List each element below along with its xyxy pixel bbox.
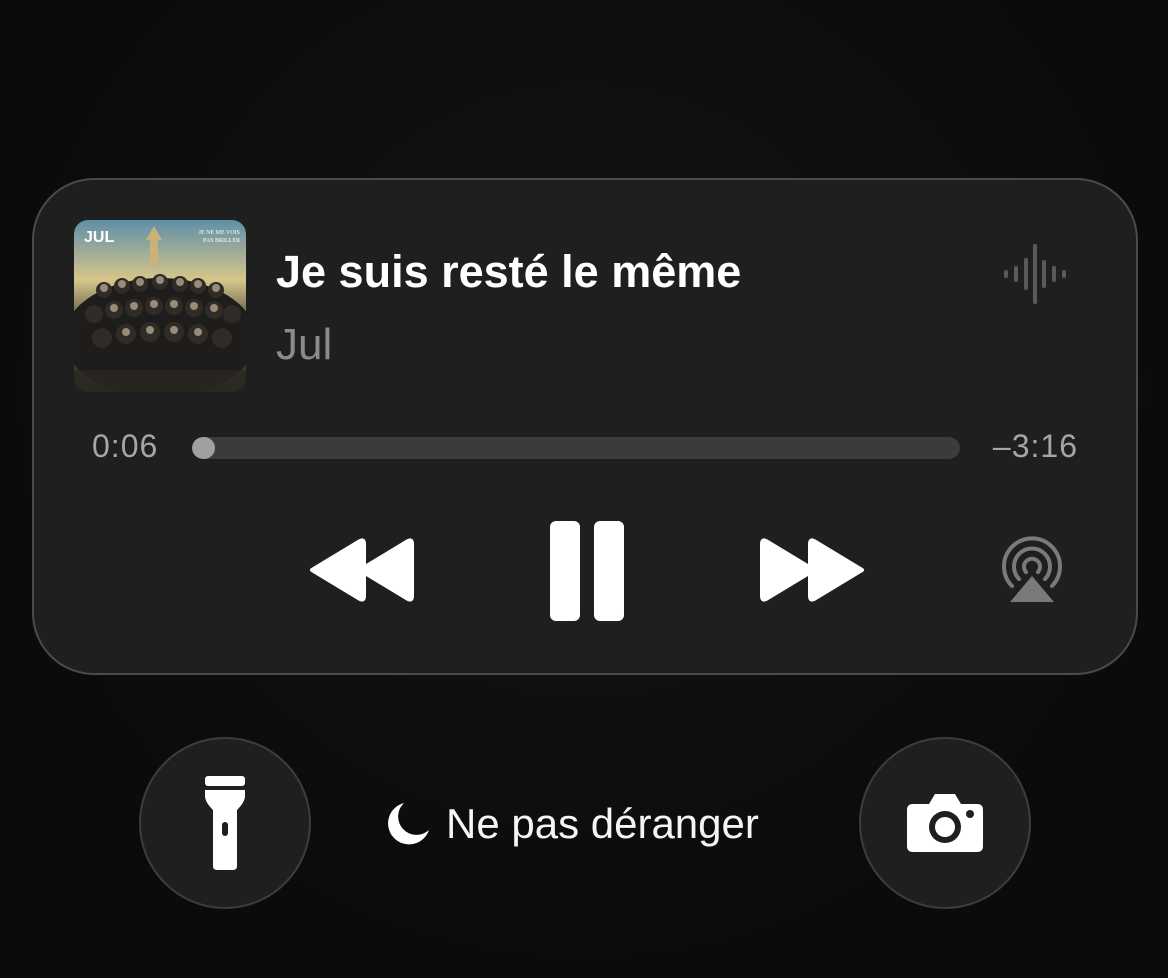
pause-button[interactable] [548, 520, 626, 622]
progress-scrubber[interactable] [192, 437, 960, 459]
airplay-icon [1002, 536, 1062, 602]
album-cover-text-2: PAS BRILLER [203, 238, 240, 244]
focus-mode-label: Ne pas déranger [446, 800, 759, 847]
camera-icon [907, 794, 983, 852]
now-playing-widget: JUL JE NE ME VOIS PAS BRILLER Je suis re… [32, 178, 1138, 675]
lock-screen: JUL JE NE ME VOIS PAS BRILLER Je suis re… [0, 0, 1168, 978]
rewind-icon [310, 538, 414, 602]
airplay-button[interactable] [998, 536, 1066, 604]
pause-icon [550, 521, 624, 621]
flashlight-icon [205, 776, 245, 870]
remaining-time: –3:16 [992, 428, 1078, 464]
focus-mode-toggle[interactable]: Ne pas déranger [384, 796, 759, 852]
rewind-button[interactable] [308, 538, 416, 602]
track-title[interactable]: Je suis resté le même [276, 246, 741, 298]
fast-forward-icon [760, 538, 864, 602]
camera-button[interactable] [859, 737, 1031, 909]
progress-fill [192, 437, 216, 459]
flashlight-button[interactable] [139, 737, 311, 909]
fast-forward-button[interactable] [758, 538, 866, 602]
album-cover-text-1: JE NE ME VOIS [199, 230, 240, 236]
moon-icon [388, 803, 429, 845]
album-artwork-image: JUL JE NE ME VOIS PAS BRILLER [74, 220, 246, 392]
waveform-icon[interactable] [1002, 244, 1068, 304]
album-logo: JUL [84, 229, 114, 246]
album-artwork[interactable]: JUL JE NE ME VOIS PAS BRILLER [74, 220, 246, 392]
elapsed-time: 0:06 [92, 428, 159, 464]
track-artist[interactable]: Jul [276, 320, 332, 370]
